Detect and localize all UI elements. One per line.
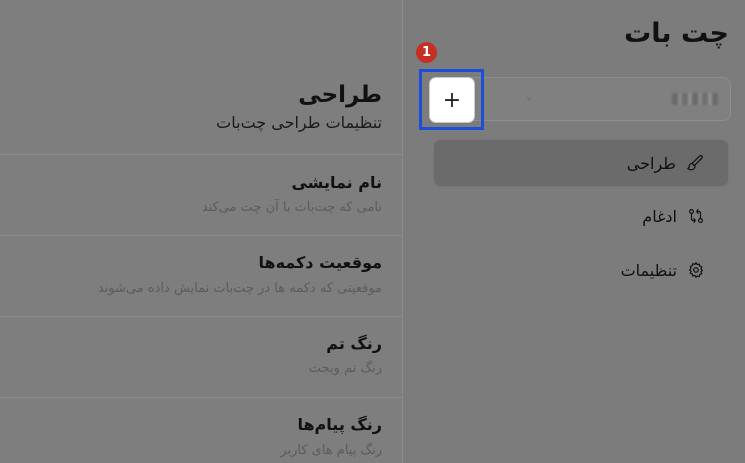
chevron-down-icon: ⌄: [524, 89, 535, 103]
setting-title: موقعیت دکمه‌ها: [258, 253, 382, 272]
sidebar-item-label: ادغام: [642, 206, 677, 226]
sidebar-item-design[interactable]: طراحی: [433, 139, 729, 187]
plus-icon: +: [442, 87, 462, 113]
add-chatbot-button[interactable]: +: [429, 77, 475, 123]
setting-description: موقعیتی که دکمه ها در چت‌بات نمایش داده …: [97, 281, 382, 296]
sidebar-item-integration[interactable]: ادغام: [433, 192, 729, 240]
app-title: چت بات: [624, 18, 729, 49]
page-subtitle: تنظیمات طراحی چت‌بات: [216, 113, 382, 132]
sidebar-item-settings[interactable]: تنظیمات: [433, 246, 729, 294]
git-compare-icon: [685, 205, 707, 227]
divider: [0, 397, 402, 398]
gear-icon: [685, 259, 707, 281]
setting-description: رنگ پیام های کاربر: [280, 443, 382, 458]
setting-description: رنگ تم ویجت: [308, 361, 382, 376]
sidebar-item-label: تنظیمات: [620, 260, 677, 280]
page-title: طراحی: [298, 82, 382, 108]
divider: [0, 235, 402, 236]
step-badge: 1: [416, 42, 437, 63]
setting-title: رنگ تم: [326, 334, 382, 353]
divider: [0, 154, 402, 155]
divider: [0, 316, 402, 317]
bot-name-blurred: [672, 93, 718, 105]
setting-description: نامی که چت‌بات با آن چت می‌کند: [201, 200, 382, 215]
brush-icon: [684, 152, 706, 174]
setting-title: رنگ پیام‌ها: [297, 415, 382, 434]
sidebar-item-label: طراحی: [626, 153, 676, 173]
main-content: طراحی تنظیمات طراحی چت‌بات نام نمایشی نا…: [0, 0, 402, 463]
setting-title: نام نمایشی: [291, 173, 382, 192]
